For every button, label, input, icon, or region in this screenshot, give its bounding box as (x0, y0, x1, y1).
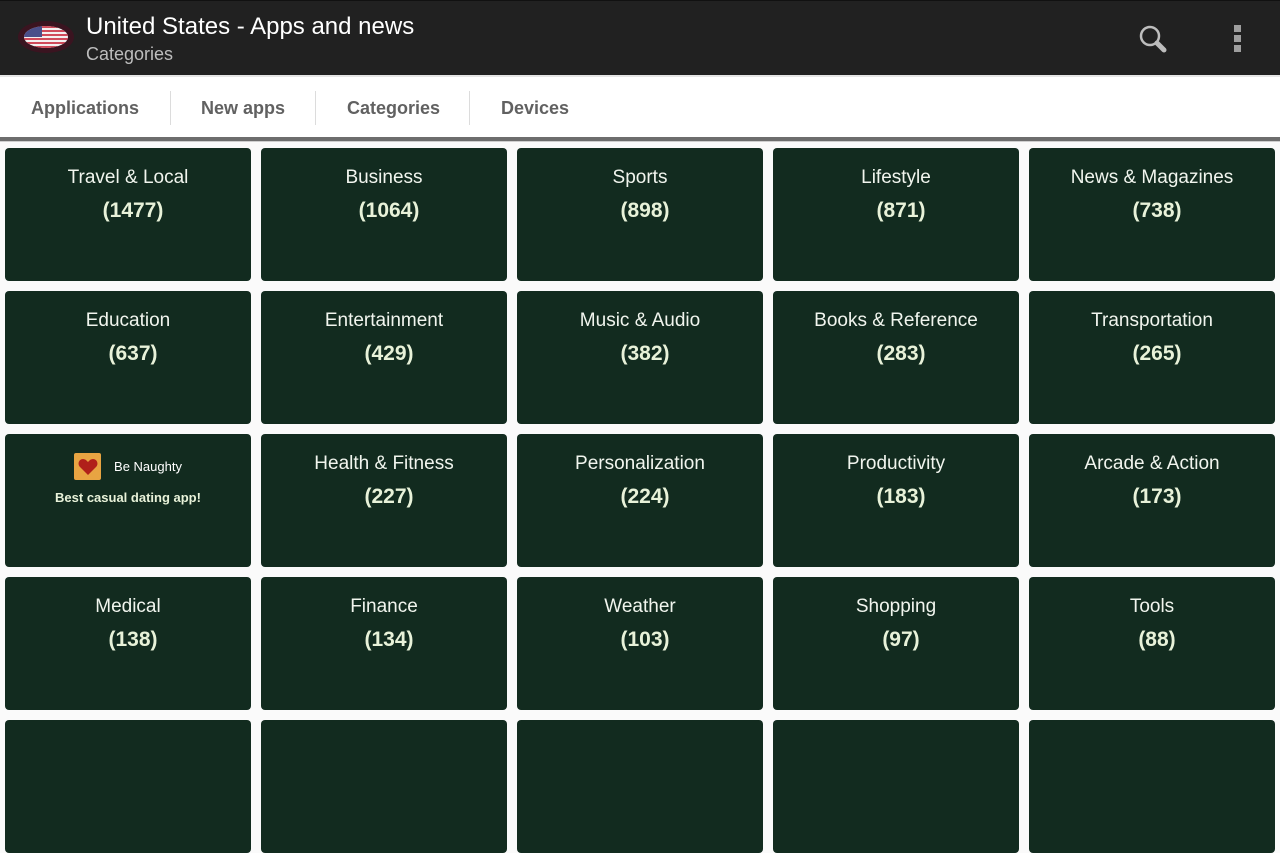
ad-app-name: Be Naughty (114, 459, 182, 474)
category-tile[interactable] (773, 720, 1019, 853)
search-icon (1139, 25, 1167, 53)
category-count: (871) (876, 199, 926, 222)
category-count: (88) (1138, 628, 1176, 651)
category-name: Entertainment (324, 310, 444, 331)
category-name: Arcade & Action (1084, 453, 1220, 474)
category-name: Personalization (575, 453, 705, 474)
category-count: (898) (620, 199, 670, 222)
category-count: (224) (620, 485, 670, 508)
category-name: Medical (95, 596, 161, 617)
category-count: (227) (364, 485, 414, 508)
category-tile[interactable]: Entertainment (429) (261, 291, 507, 424)
category-tile[interactable]: Weather (103) (517, 577, 763, 710)
category-tile[interactable]: Travel & Local (1477) (5, 148, 251, 281)
category-count: (138) (108, 628, 158, 651)
tab-devices[interactable]: Devices (501, 91, 569, 125)
category-count: (429) (364, 342, 414, 365)
category-tile[interactable]: Health & Fitness (227) (261, 434, 507, 567)
category-tile[interactable]: Business (1064) (261, 148, 507, 281)
category-tile[interactable] (261, 720, 507, 853)
category-tile[interactable]: Sports (898) (517, 148, 763, 281)
heart-icon (78, 458, 97, 475)
category-name: Music & Audio (579, 310, 701, 331)
category-count: (183) (876, 485, 926, 508)
tab-new-apps[interactable]: New apps (201, 91, 285, 125)
tab-divider (170, 91, 171, 125)
category-count: (173) (1132, 485, 1182, 508)
category-name: Education (85, 310, 171, 331)
category-count: (283) (876, 342, 926, 365)
more-vertical-icon (1234, 25, 1241, 52)
tab-applications[interactable]: Applications (31, 91, 139, 125)
category-tile[interactable]: Shopping (97) (773, 577, 1019, 710)
category-count: (382) (620, 342, 670, 365)
tab-bar: Applications New apps Categories Devices (0, 75, 1280, 138)
category-name: Shopping (855, 596, 937, 617)
category-name: Books & Reference (814, 310, 978, 331)
category-count: (1064) (358, 199, 420, 222)
ad-header: Be Naughty (5, 453, 251, 480)
category-tile[interactable]: Personalization (224) (517, 434, 763, 567)
category-tile[interactable]: Medical (138) (5, 577, 251, 710)
category-tile[interactable]: Arcade & Action (173) (1029, 434, 1275, 567)
category-tile[interactable]: Books & Reference (283) (773, 291, 1019, 424)
overflow-menu-button[interactable] (1218, 19, 1258, 59)
category-name: Productivity (846, 453, 946, 474)
screen-subtitle: Categories (86, 44, 174, 64)
us-flag-icon[interactable] (17, 20, 75, 54)
category-name: News & Magazines (1070, 167, 1234, 188)
category-tile[interactable] (5, 720, 251, 853)
tab-divider (469, 91, 470, 125)
category-name: Business (345, 167, 423, 188)
category-tile[interactable]: Lifestyle (871) (773, 148, 1019, 281)
category-tile[interactable]: Transportation (265) (1029, 291, 1275, 424)
category-name: Travel & Local (67, 167, 189, 188)
category-count: (1477) (102, 199, 164, 222)
category-count: (134) (364, 628, 414, 651)
category-name: Sports (612, 167, 668, 188)
category-name: Finance (350, 596, 418, 617)
ad-tile[interactable]: Be Naughty Best casual dating app! (5, 434, 251, 567)
category-count: (265) (1132, 342, 1182, 365)
category-name: Weather (604, 596, 676, 617)
category-count: (97) (882, 628, 920, 651)
category-tile[interactable] (517, 720, 763, 853)
ad-tagline: Best casual dating app! (55, 490, 201, 505)
category-tile[interactable]: Tools (88) (1029, 577, 1275, 710)
search-button[interactable] (1133, 19, 1173, 59)
category-count: (738) (1132, 199, 1182, 222)
category-name: Transportation (1091, 310, 1213, 331)
tab-bar-divider (0, 137, 1280, 142)
action-bar: United States - Apps and news Categories (0, 0, 1280, 75)
category-name: Health & Fitness (314, 453, 454, 474)
category-tile[interactable]: Education (637) (5, 291, 251, 424)
category-tile[interactable]: Productivity (183) (773, 434, 1019, 567)
tab-divider (315, 91, 316, 125)
category-name: Lifestyle (861, 167, 931, 188)
category-tile[interactable]: News & Magazines (738) (1029, 148, 1275, 281)
category-tile[interactable] (1029, 720, 1275, 853)
ad-app-icon (74, 453, 102, 480)
category-count: (103) (620, 628, 670, 651)
category-name: Tools (1129, 596, 1175, 617)
category-tile[interactable]: Music & Audio (382) (517, 291, 763, 424)
category-tile[interactable]: Finance (134) (261, 577, 507, 710)
category-count: (637) (108, 342, 158, 365)
tab-categories[interactable]: Categories (347, 91, 440, 125)
app-title: United States - Apps and news (86, 13, 415, 40)
